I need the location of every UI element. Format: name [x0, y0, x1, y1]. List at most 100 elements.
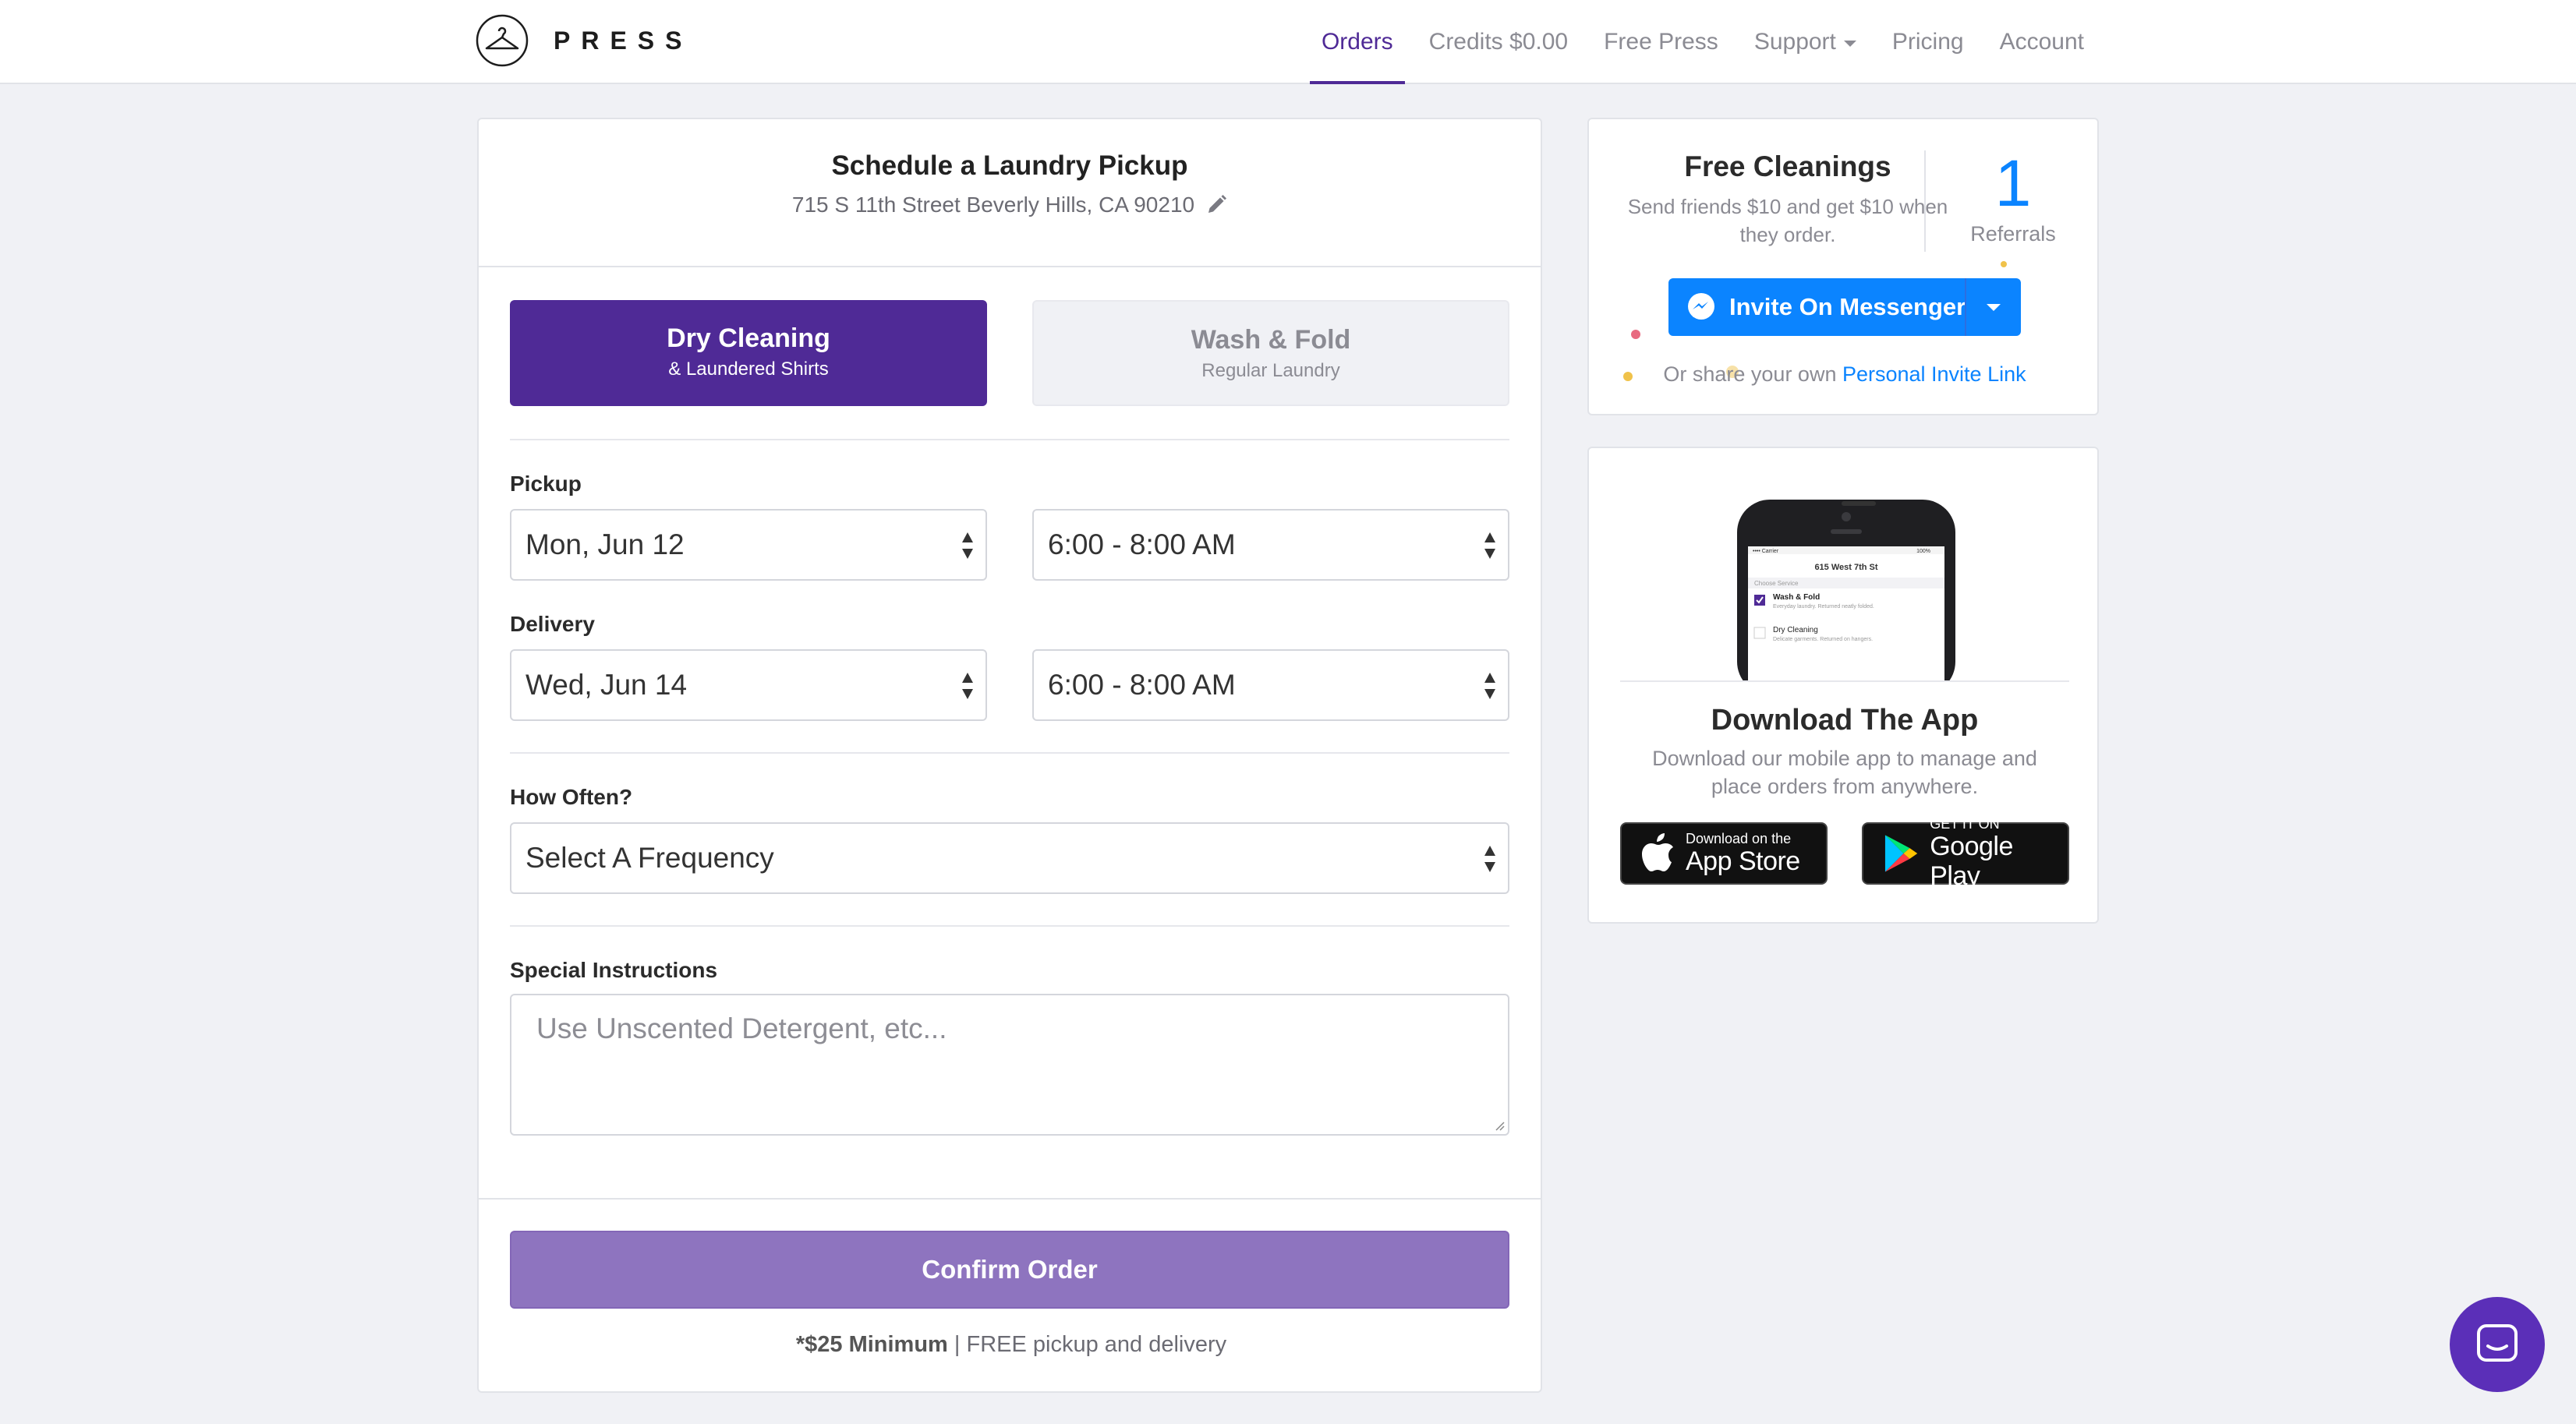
- pickup-time-value: 6:00 - 8:00 AM: [1048, 528, 1236, 560]
- minimum-note: *$25 Minimum | FREE pickup and delivery: [479, 1332, 1544, 1358]
- confetti-dot: [1631, 330, 1640, 339]
- chevron-down-icon: [1843, 41, 1856, 47]
- frequency-value: Select A Frequency: [525, 842, 774, 874]
- referral-count-label: Referrals: [1970, 222, 2056, 246]
- download-app-title: Download The App: [1711, 704, 1979, 737]
- share-link-row: Or share your own Personal Invite Link: [1589, 362, 2100, 387]
- dry-cleaning-title: Dry Cleaning: [667, 323, 830, 353]
- referral-counter: 1 Referrals: [1926, 147, 2100, 246]
- app-store-big-text: App Store: [1686, 846, 1800, 876]
- pickup-label: Pickup: [510, 472, 582, 496]
- nav-pricing-label: Pricing: [1891, 29, 1964, 55]
- share-prefix: Or share your own: [1663, 362, 1842, 386]
- download-app-description: Download our mobile app to manage and pl…: [1652, 747, 2037, 798]
- app-store-text: Download on the App Store: [1686, 831, 1800, 876]
- nav-account[interactable]: Account: [1982, 0, 2102, 84]
- main-nav: Orders Credits $0.00 Free Press Support …: [1304, 0, 2102, 84]
- phone-item-wash-fold-sub: Everyday laundry. Returned neatly folded…: [1773, 604, 1874, 610]
- referral-info: Free Cleanings Send friends $10 and get …: [1612, 150, 1963, 249]
- hanger-logo-icon: [476, 14, 529, 67]
- nav-support[interactable]: Support: [1736, 0, 1874, 84]
- svg-text:100%: 100%: [1916, 549, 1930, 554]
- google-play-big-text: Google Play: [1930, 832, 2013, 891]
- nav-free-press[interactable]: Free Press: [1586, 0, 1736, 84]
- pickup-date-select[interactable]: Mon, Jun 12: [510, 509, 987, 581]
- minimum-amount: *$25 Minimum: [795, 1332, 948, 1357]
- minimum-note-text: | FREE pickup and delivery: [947, 1332, 1227, 1357]
- delivery-date-select[interactable]: Wed, Jun 14: [510, 649, 987, 721]
- delivery-date-value: Wed, Jun 14: [525, 669, 688, 701]
- phone-mockup-image: •••• Carrier 100% 615 West 7th St Choose…: [1737, 500, 1955, 680]
- brand-logo[interactable]: PRESS: [476, 14, 692, 67]
- address-row[interactable]: 715 S 11th Street Beverly Hills, CA 9021…: [479, 193, 1541, 217]
- special-instructions-label: Special Instructions: [510, 958, 718, 982]
- select-arrows-icon: [1484, 846, 1495, 872]
- phone-item-dry-cleaning-sub: Delicate garments. Returned on hangers.: [1773, 637, 1873, 642]
- nav-pricing[interactable]: Pricing: [1874, 0, 1982, 84]
- wash-fold-option[interactable]: Wash & Fold Regular Laundry: [1032, 300, 1509, 406]
- chat-icon: [2477, 1324, 2518, 1362]
- google-play-icon: [1884, 835, 1918, 872]
- delivery-time-select[interactable]: 6:00 - 8:00 AM: [1032, 649, 1509, 721]
- select-arrows-icon: [962, 532, 973, 559]
- wash-fold-title: Wash & Fold: [1191, 325, 1351, 355]
- phone-item-wash-fold: Wash & Fold: [1773, 593, 1820, 602]
- confirm-order-button[interactable]: Confirm Order: [510, 1231, 1509, 1309]
- app-store-button[interactable]: Download on the App Store: [1620, 822, 1828, 885]
- pickup-date-value: Mon, Jun 12: [525, 528, 685, 560]
- page-title: Schedule a Laundry Pickup: [831, 150, 1188, 181]
- phone-section-label: Choose Service: [1754, 580, 1799, 587]
- app-store-small-text: Download on the: [1686, 831, 1792, 846]
- nav-orders-label: Orders: [1321, 29, 1393, 55]
- divider: [1620, 680, 2069, 682]
- special-instructions-input[interactable]: Use Unscented Detergent, etc...: [510, 994, 1509, 1136]
- referral-card: Free Cleanings Send friends $10 and get …: [1587, 118, 2099, 415]
- phone-item-dry-cleaning: Dry Cleaning: [1773, 626, 1818, 634]
- delivery-label: Delivery: [510, 612, 595, 636]
- nav-orders[interactable]: Orders: [1304, 0, 1411, 84]
- select-arrows-icon: [1484, 673, 1495, 699]
- nav-credits-label: Credits $0.00: [1428, 29, 1569, 55]
- nav-support-label: Support: [1753, 29, 1836, 55]
- referral-title: Free Cleanings: [1684, 150, 1891, 182]
- phone-address-text: 615 West 7th St: [1814, 563, 1877, 572]
- chat-launcher-button[interactable]: [2450, 1297, 2545, 1392]
- divider: [510, 439, 1509, 440]
- order-form-header: Schedule a Laundry Pickup 715 S 11th Str…: [479, 119, 1541, 267]
- brand-name: PRESS: [554, 26, 693, 55]
- chevron-down-icon[interactable]: [1987, 304, 2001, 311]
- divider: [1965, 278, 1966, 336]
- pickup-time-select[interactable]: 6:00 - 8:00 AM: [1032, 509, 1509, 581]
- google-play-small-text: GET IT ON: [1930, 816, 2000, 832]
- divider: [510, 925, 1509, 927]
- divider: [510, 752, 1509, 754]
- referral-count: 1: [1994, 147, 2032, 220]
- download-app-card: •••• Carrier 100% 615 West 7th St Choose…: [1587, 447, 2099, 924]
- special-instructions-placeholder: Use Unscented Detergent, etc...: [536, 1012, 947, 1044]
- pencil-edit-icon[interactable]: [1205, 194, 1227, 216]
- referral-description: Send friends $10 and get $10 when they o…: [1627, 195, 1948, 246]
- apple-icon: [1642, 833, 1673, 871]
- nav-free-press-label: Free Press: [1604, 29, 1718, 55]
- top-navbar: PRESS Orders Credits $0.00 Free Press Su…: [0, 0, 2576, 84]
- nav-account-label: Account: [1999, 29, 2084, 55]
- personal-invite-link[interactable]: Personal Invite Link: [1842, 362, 2026, 386]
- confetti-dot: [2001, 261, 2007, 267]
- order-form-card: Schedule a Laundry Pickup 715 S 11th Str…: [477, 118, 1542, 1393]
- delivery-time-value: 6:00 - 8:00 AM: [1048, 669, 1236, 701]
- google-play-button[interactable]: GET IT ON Google Play: [1862, 816, 2069, 891]
- dry-cleaning-option[interactable]: Dry Cleaning & Laundered Shirts: [510, 300, 987, 406]
- frequency-label: How Often?: [510, 785, 633, 809]
- resize-grip-icon[interactable]: [1492, 1118, 1505, 1131]
- invite-messenger-button[interactable]: Invite On Messenger: [1668, 278, 2021, 336]
- frequency-select[interactable]: Select A Frequency: [510, 822, 1509, 894]
- select-arrows-icon: [962, 673, 973, 699]
- dry-cleaning-subtitle: & Laundered Shirts: [668, 359, 829, 380]
- google-play-text: GET IT ON Google Play: [1930, 816, 2068, 891]
- service-type-selector: Dry Cleaning & Laundered Shirts Wash & F…: [510, 300, 1509, 406]
- wash-fold-subtitle: Regular Laundry: [1201, 360, 1340, 381]
- address-text: 715 S 11th Street Beverly Hills, CA 9021…: [791, 193, 1195, 217]
- svg-text:•••• Carrier: •••• Carrier: [1753, 549, 1779, 554]
- nav-credits[interactable]: Credits $0.00: [1411, 0, 1586, 84]
- messenger-icon: [1688, 293, 1714, 320]
